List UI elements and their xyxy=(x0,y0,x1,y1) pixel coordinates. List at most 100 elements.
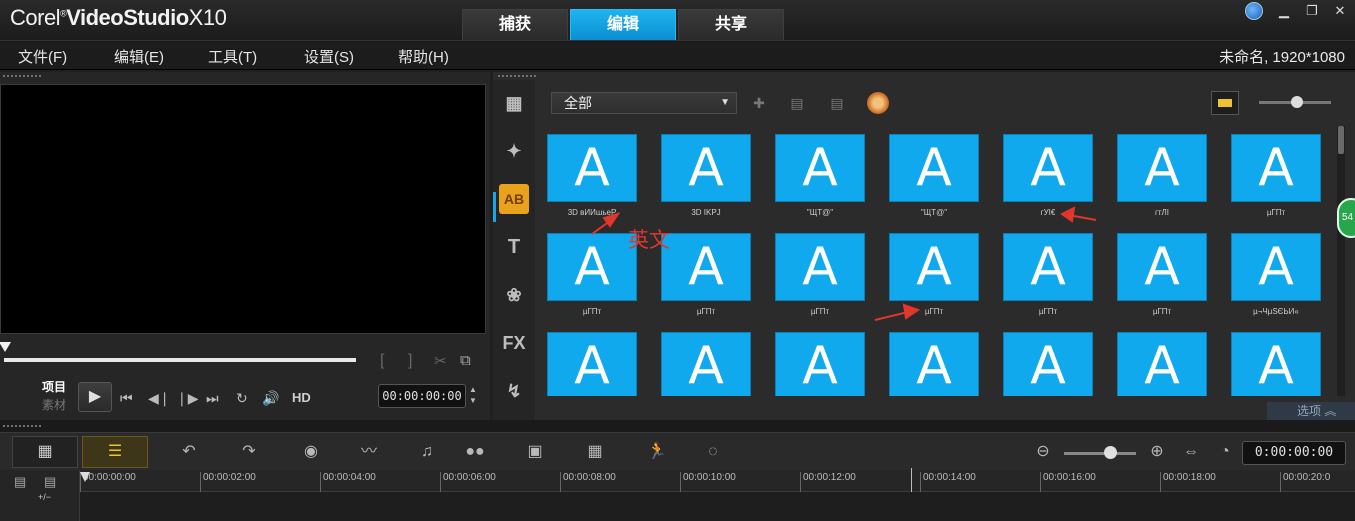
title-preset-thumbnail[interactable]: A xyxy=(881,324,995,396)
track-manager-icon[interactable]: ▤ xyxy=(14,474,26,490)
subtitle-editor-icon[interactable]: ▣ xyxy=(522,440,548,464)
divider-grip[interactable] xyxy=(2,424,42,428)
multi-title-icon[interactable]: ▤ xyxy=(825,92,849,114)
gallery-filter-dropdown[interactable]: 全部 ▼ xyxy=(551,92,737,114)
fit-project-icon[interactable]: ⇔ xyxy=(1178,440,1204,464)
scrollbar-thumb[interactable] xyxy=(1338,126,1344,154)
panel-divider[interactable] xyxy=(0,420,1355,432)
zoom-in-icon[interactable]: ⊕ xyxy=(1144,440,1170,464)
title-preset-thumbnail[interactable]: AµГПт xyxy=(653,225,767,323)
title-preset-thumbnail[interactable]: A xyxy=(539,324,653,396)
title-preset-thumbnail[interactable]: A xyxy=(1223,324,1335,396)
timeline-ruler[interactable]: 00:00:00:00 00:00:02:00 00:00:04:00 00:00:0… xyxy=(80,470,1355,492)
sound-mixer-icon[interactable]: 〰 xyxy=(356,440,382,464)
menu-file[interactable]: 文件(F) xyxy=(18,46,67,67)
scrubber-handle[interactable] xyxy=(0,342,11,352)
play-button[interactable]: ▶ xyxy=(78,382,112,412)
panel-grip[interactable] xyxy=(2,74,42,78)
thumbnail-size-knob[interactable] xyxy=(1291,96,1303,108)
tab-capture[interactable]: 捕获 xyxy=(462,9,568,40)
clock-icon[interactable]: ◔ xyxy=(1212,440,1238,464)
globe-icon[interactable] xyxy=(1245,2,1263,20)
film-reel-icon[interactable] xyxy=(867,92,889,114)
video-track[interactable] xyxy=(80,492,1355,521)
title-preset-thumbnail[interactable]: A xyxy=(653,324,767,396)
transition-icon[interactable]: AB xyxy=(499,184,529,214)
skip-end-icon[interactable]: ⏭ xyxy=(206,388,219,408)
skip-start-icon[interactable]: ⏮ xyxy=(120,388,133,408)
side-badge[interactable]: 54 xyxy=(1337,198,1355,238)
menu-edit[interactable]: 编辑(E) xyxy=(114,46,164,67)
title-preset-thumbnail[interactable]: AµГПт xyxy=(1223,126,1335,224)
timeline-zoom-knob[interactable] xyxy=(1104,446,1117,459)
step-forward-icon[interactable]: ❘▶ xyxy=(176,388,199,408)
enlarge-preview-icon[interactable]: ⧉ xyxy=(460,352,471,369)
minimize-icon[interactable]: ▁ xyxy=(1277,4,1291,18)
repeat-icon[interactable]: ↻ xyxy=(236,388,248,408)
title-preset-thumbnail[interactable]: AµГПт xyxy=(767,225,881,323)
title-preset-thumbnail[interactable]: Aµ¬ЧµЅЄЬИ« xyxy=(1223,225,1335,323)
panel-grip[interactable] xyxy=(497,74,537,78)
chapter-icon[interactable]: ▤ xyxy=(44,474,56,490)
logo-prefix: Corel xyxy=(10,5,61,30)
scrubber-track[interactable] xyxy=(4,358,356,362)
add-remove-track[interactable]: +/− xyxy=(38,492,51,502)
fx-icon[interactable]: FX xyxy=(499,328,529,358)
record-capture-icon[interactable]: ◉ xyxy=(298,440,324,464)
timeline-playhead[interactable] xyxy=(80,472,90,482)
multi-camera-icon[interactable]: ▦ xyxy=(582,440,608,464)
mask-creator-icon[interactable]: ◌ xyxy=(700,440,726,464)
mode-clip[interactable]: 素材 xyxy=(42,396,66,414)
gallery-scrollbar[interactable] xyxy=(1337,126,1345,396)
title-preset-thumbnail[interactable]: A xyxy=(995,324,1109,396)
title-gallery-grid: A 3D вИИшьеР A 3D IKPJ A "ЩТ@" A "ЩТ@" AгУI€ AгтЛ… xyxy=(539,126,1335,396)
title-settings-icon[interactable]: ▤ xyxy=(785,92,809,114)
undo-icon[interactable]: ↶ xyxy=(176,440,202,464)
title-preset-thumbnail[interactable]: A 3D вИИшьеР xyxy=(539,126,653,224)
timeline-view-button[interactable]: ☰ xyxy=(82,436,148,468)
restore-icon[interactable]: ❐ xyxy=(1305,4,1319,18)
time-remapping-icon[interactable]: 🏃 xyxy=(644,440,670,464)
view-toggle-button[interactable] xyxy=(1211,91,1239,115)
add-to-favorites-icon[interactable]: ✚ xyxy=(747,92,771,114)
player-timecode[interactable]: 00:00:00:00 xyxy=(378,384,466,408)
storyboard-view-button[interactable]: ▦ xyxy=(12,436,78,468)
step-back-icon[interactable]: ◀❘ xyxy=(148,388,171,408)
title-preset-thumbnail[interactable]: A xyxy=(767,324,881,396)
path-icon[interactable]: ↯ xyxy=(499,376,529,406)
title-preset-thumbnail[interactable]: A "ЩТ@" xyxy=(881,126,995,224)
menu-tools[interactable]: 工具(T) xyxy=(208,46,257,67)
title-preset-thumbnail[interactable]: A "ЩТ@" xyxy=(767,126,881,224)
graphics-icon[interactable]: ❀ xyxy=(499,280,529,310)
preview-window[interactable] xyxy=(0,84,486,334)
motion-tracking-icon[interactable]: ●● xyxy=(462,440,488,464)
split-clip-icon[interactable]: ✂ xyxy=(434,352,447,370)
zoom-out-icon[interactable]: ⊖ xyxy=(1030,440,1056,464)
options-button[interactable]: 选项 ︽ xyxy=(1267,402,1355,420)
auto-music-icon[interactable]: ♫ xyxy=(414,440,440,464)
title-preset-thumbnail[interactable]: AгтЛI xyxy=(1109,126,1223,224)
mark-out-icon[interactable]: ] xyxy=(408,352,412,370)
title-preset-thumbnail[interactable]: A xyxy=(1109,324,1223,396)
timecode-spinner-icon[interactable]: ▲ ▼ xyxy=(468,384,478,408)
hd-preview-toggle[interactable]: HD xyxy=(292,390,311,405)
title-preset-thumbnail[interactable]: AµГПт xyxy=(1109,225,1223,323)
mode-project[interactable]: 项目 xyxy=(42,378,66,396)
title-preset-thumbnail[interactable]: AµГПт xyxy=(881,225,995,323)
redo-icon[interactable]: ↷ xyxy=(236,440,262,464)
title-preset-thumbnail[interactable]: AµГПт xyxy=(995,225,1109,323)
timeline-zoom-slider[interactable] xyxy=(1064,452,1136,455)
menu-settings[interactable]: 设置(S) xyxy=(304,46,354,67)
tab-share[interactable]: 共享 xyxy=(678,9,784,40)
media-icon[interactable]: ▦ xyxy=(499,88,529,118)
instant-project-icon[interactable]: ✦ xyxy=(499,136,529,166)
title-icon[interactable]: T xyxy=(499,232,529,262)
play-mode-selector[interactable]: 项目 素材 xyxy=(42,378,66,414)
tab-edit[interactable]: 编辑 xyxy=(570,9,676,40)
title-preset-thumbnail[interactable]: AгУI€ xyxy=(995,126,1109,224)
volume-icon[interactable]: 🔊 xyxy=(262,388,279,408)
menu-help[interactable]: 帮助(H) xyxy=(398,46,449,67)
mark-in-icon[interactable]: [ xyxy=(380,352,384,370)
close-icon[interactable]: ✕ xyxy=(1333,4,1347,18)
title-preset-thumbnail[interactable]: A 3D IKPJ xyxy=(653,126,767,224)
